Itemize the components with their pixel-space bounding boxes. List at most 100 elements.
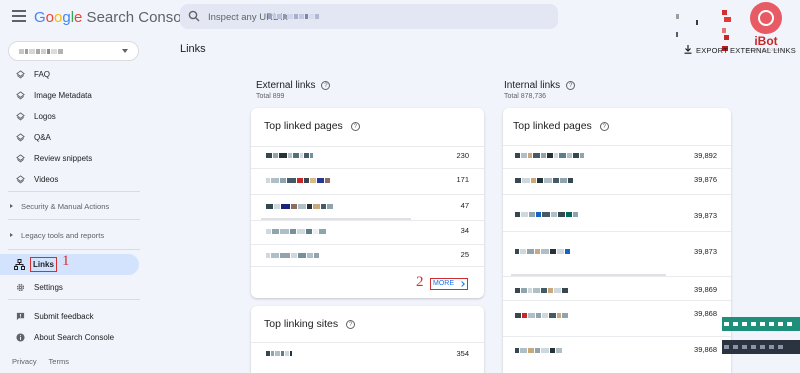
feedback-icon <box>16 312 25 321</box>
layers-icon <box>16 112 25 121</box>
redacted-page-url <box>266 153 314 158</box>
row-divider <box>503 194 731 195</box>
chevron-right-icon <box>10 204 13 208</box>
sidebar-item-logos[interactable]: Logos <box>0 106 140 126</box>
sidebar-item-label: FAQ <box>34 70 51 79</box>
top-bar: Google Search Console <box>0 0 800 51</box>
help-icon[interactable]: ? <box>566 81 576 90</box>
sidebar-divider <box>8 249 140 250</box>
external-top-linking-sites-card: Top linking sites? 354 <box>251 306 484 373</box>
logo-product-name: Search Console <box>82 9 194 26</box>
card-title-text: Top linked pages <box>264 120 343 132</box>
help-icon[interactable]: ? <box>321 81 331 90</box>
sidebar-item-label: About Search Console <box>34 333 115 342</box>
link-count: 39,869 <box>694 285 717 294</box>
sidebar-item-review-snippets[interactable]: Review snippets <box>0 148 140 168</box>
privacy-link[interactable]: Privacy <box>12 357 37 366</box>
row-divider <box>251 194 484 195</box>
internal-top-linked-pages-card: Top linked pages? 39,892 39,876 39,873 3… <box>503 108 731 373</box>
section-label: Legacy tools and reports <box>21 231 105 240</box>
search-console-logo[interactable]: Google Search Console <box>34 9 193 26</box>
sidebar-item-label: Logos <box>34 112 56 121</box>
sidebar-item-videos[interactable]: Videos <box>0 169 140 189</box>
sidebar-item-faq[interactable]: FAQ <box>0 64 140 84</box>
link-count: 39,892 <box>694 151 717 160</box>
help-icon[interactable]: ? <box>350 122 360 131</box>
redacted-page-url <box>266 229 327 234</box>
sidebar-item-label: Videos <box>34 175 59 184</box>
section-label: Security & Manual Actions <box>21 202 110 211</box>
card-title: Top linking sites? <box>264 318 356 330</box>
redacted-property-url <box>268 14 320 19</box>
sidebar-footer: Privacy Terms <box>12 357 79 366</box>
card-title-text: Top linked pages <box>513 120 592 132</box>
search-input[interactable] <box>208 9 548 25</box>
link-count: 171 <box>456 175 469 184</box>
help-icon[interactable]: ? <box>599 122 609 131</box>
sidebar-item-label: Submit feedback <box>34 312 94 321</box>
sidebar-section-legacy[interactable]: Legacy tools and reports <box>0 227 140 245</box>
redacted-property-name <box>19 49 64 54</box>
search-icon <box>188 10 200 22</box>
export-label: EXPORT EXTERNAL LINKS <box>696 46 796 55</box>
download-icon <box>684 45 692 54</box>
row-divider <box>251 168 484 169</box>
sidebar-item-label: Image Metadata <box>34 91 92 100</box>
row-divider <box>503 300 731 301</box>
layers-icon <box>16 175 25 184</box>
row-divider <box>503 145 731 146</box>
row-divider <box>503 336 731 337</box>
external-links-heading: External links? <box>256 80 331 91</box>
link-count: 47 <box>460 201 469 210</box>
sidebar-item-about[interactable]: About Search Console <box>0 327 140 347</box>
sidebar-item-submit-feedback[interactable]: Submit feedback <box>0 306 140 326</box>
help-icon[interactable]: ? <box>346 320 356 329</box>
internal-links-title: Internal links <box>504 80 561 91</box>
internal-links-total: Total 878,736 <box>504 93 547 100</box>
hamburger-menu-icon[interactable] <box>12 10 26 22</box>
sidebar-item-label: Settings <box>34 283 63 292</box>
row-divider <box>251 342 484 343</box>
sidebar-item-label: Review snippets <box>34 154 93 163</box>
url-inspection-search[interactable] <box>180 4 558 29</box>
sidebar-item-links-label[interactable]: Links <box>30 257 57 272</box>
chevron-down-icon <box>122 49 128 53</box>
external-links-title: External links <box>256 80 316 91</box>
sidebar-item-qa[interactable]: Q&A <box>0 127 140 147</box>
layers-icon <box>16 154 25 163</box>
chevron-right-icon <box>459 281 465 287</box>
annotation-step-2: 2 <box>416 274 424 290</box>
link-count: 39,868 <box>694 309 717 318</box>
info-icon <box>16 333 25 342</box>
external-links-total: Total 899 <box>256 93 285 100</box>
sidebar-item-settings[interactable]: Settings <box>0 277 140 297</box>
link-count: 39,868 <box>694 345 717 354</box>
card-title: Top linked pages? <box>264 120 360 132</box>
redacted-page-url <box>266 253 320 258</box>
external-top-linked-pages-card: Top linked pages? 230 171 47 34 25 <box>251 108 484 298</box>
floating-widget-teal[interactable] <box>722 317 800 344</box>
chevron-right-icon <box>10 233 13 237</box>
link-count: 25 <box>460 250 469 259</box>
page-title: Links <box>180 43 206 55</box>
row-divider <box>503 168 731 169</box>
sidebar-section-security[interactable]: Security & Manual Actions <box>0 198 140 216</box>
site-link-count: 354 <box>456 349 469 358</box>
redacted-page-url <box>266 204 334 209</box>
row-divider <box>251 220 484 221</box>
layers-icon <box>16 91 25 100</box>
sitemap-icon <box>14 259 25 270</box>
redacted-page-url <box>515 178 574 183</box>
sidebar-divider <box>8 191 140 192</box>
terms-link[interactable]: Terms <box>49 357 69 366</box>
redacted-page-url <box>515 348 563 353</box>
floating-widget-dark[interactable] <box>722 340 800 354</box>
property-selector[interactable] <box>8 41 139 61</box>
redacted-page-url <box>266 178 331 183</box>
more-button[interactable]: MORE <box>430 278 468 290</box>
redacted-page-url <box>515 313 569 318</box>
redacted-site-url <box>266 351 293 356</box>
sidebar-item-image-metadata[interactable]: Image Metadata <box>0 85 140 105</box>
annotation-step-1: 1 <box>62 253 70 269</box>
export-external-links-button[interactable]: EXPORT EXTERNAL LINKS <box>684 44 796 55</box>
